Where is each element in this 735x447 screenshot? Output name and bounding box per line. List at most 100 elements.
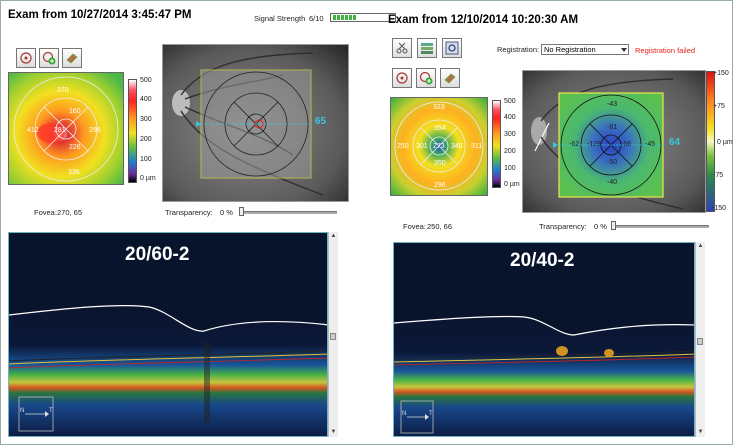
right-diff-value-1: -43: [607, 101, 618, 108]
left-sector-value-3: 412: [27, 127, 39, 134]
left-transparency-slider-handle[interactable]: [239, 207, 244, 216]
left-colorbar-label-200: 200: [140, 136, 152, 143]
right-orientation-nasal: N: [402, 411, 407, 417]
eraser-icon: [66, 53, 78, 64]
signal-strength-value: 6/10: [309, 14, 324, 23]
left-transparency-label: Transparency:: [165, 208, 213, 217]
target-add-button[interactable]: [39, 48, 59, 68]
left-fovea-label: Fovea:: [34, 208, 57, 217]
diff-colorbar-label-p75: +75: [713, 103, 725, 110]
signal-segment: [345, 15, 348, 20]
right-colorbar-label-500: 500: [504, 98, 516, 105]
right-eraser-button[interactable]: [440, 68, 460, 88]
right-sector-value-1: 323: [433, 104, 445, 111]
registration-dropdown-value: No Registration: [544, 45, 596, 54]
right-transparency-slider[interactable]: [611, 225, 709, 228]
signal-segment: [353, 15, 356, 20]
left-scroll-down-arrow[interactable]: ▼: [329, 428, 338, 436]
signal-segment: [333, 15, 336, 20]
right-scroll-thumb[interactable]: [697, 338, 703, 345]
right-target-map-button[interactable]: [392, 68, 412, 88]
right-sector-value-7: 311: [471, 143, 483, 150]
target-icon: [396, 72, 408, 84]
left-scroll-up-arrow[interactable]: ▲: [329, 232, 338, 240]
right-diff-value-2: -81: [607, 124, 618, 131]
left-colorbar-label-0: 0 µm: [140, 175, 156, 182]
left-scan-number: 65: [315, 116, 327, 127]
layers-button[interactable]: [417, 38, 437, 58]
left-oct-scrollbar[interactable]: ▲ ▼: [328, 232, 338, 437]
target-icon: [20, 52, 32, 64]
right-visual-acuity: 20/40-2: [510, 250, 575, 271]
settings-icon: [445, 41, 459, 55]
left-sector-value-6: 226: [69, 144, 81, 151]
right-sector-value-2: 354: [434, 125, 446, 132]
scissors-icon: [396, 42, 408, 54]
target-map-button[interactable]: [16, 48, 36, 68]
left-thickness-colorbar: [128, 79, 137, 183]
right-diff-value-6: -45: [645, 141, 656, 148]
left-transparency-value: 0 %: [220, 208, 233, 217]
left-colorbar-label-400: 400: [140, 96, 152, 103]
right-sector-value-4: 301: [416, 143, 428, 150]
right-scroll-up-arrow[interactable]: ▲: [696, 242, 705, 250]
settings-button[interactable]: [442, 38, 462, 58]
right-diff-value-4: -129: [587, 141, 602, 148]
right-colorbar-label-100: 100: [504, 165, 516, 172]
signal-segment: [341, 15, 344, 20]
left-oct-bscan[interactable]: 20/60-2 N T: [8, 232, 328, 437]
diff-colorbar-label-m150: -150: [712, 205, 727, 212]
left-sector-value-5: 296: [89, 127, 101, 134]
diff-colorbar-label-p150: +150: [713, 70, 729, 77]
right-orientation-temporal: T: [429, 411, 433, 417]
right-diff-value-5: -56: [621, 141, 632, 148]
signal-segment: [349, 15, 352, 20]
right-scroll-down-arrow[interactable]: ▼: [696, 428, 705, 436]
right-thickness-map: 323 354 250 301 273 348 311 350 296: [390, 97, 488, 196]
left-thickness-map: 370 160 412 281 296 226 336: [8, 72, 124, 185]
right-oct-bscan[interactable]: 20/40-2 N T: [393, 242, 695, 437]
right-thickness-colorbar: [492, 100, 501, 188]
right-colorbar-label-300: 300: [504, 131, 516, 138]
right-transparency-slider-handle[interactable]: [611, 221, 616, 230]
left-transparency-slider[interactable]: [239, 211, 337, 214]
left-colorbar-label-300: 300: [140, 116, 152, 123]
right-colorbar-label-200: 200: [504, 148, 516, 155]
right-sector-value-3: 250: [397, 143, 409, 150]
left-orientation-temporal: T: [49, 408, 53, 414]
right-colorbar-label-400: 400: [504, 114, 516, 121]
eraser-icon: [444, 73, 456, 84]
signal-segment: [337, 15, 340, 20]
right-transparency-value: 0 %: [594, 222, 607, 231]
registration-dropdown[interactable]: No Registration: [541, 44, 629, 55]
right-transparency-label: Transparency:: [539, 222, 587, 231]
diff-colorbar-label-0: 0 µm: [717, 139, 733, 146]
left-scroll-thumb[interactable]: [330, 333, 336, 340]
right-scan-number: 64: [669, 137, 681, 148]
left-colorbar-label-100: 100: [140, 156, 152, 163]
signal-strength-label: Signal Strength: [254, 14, 306, 23]
registration-label: Registration:: [497, 45, 540, 54]
right-target-add-button[interactable]: [416, 68, 436, 88]
left-sector-value-1: 370: [57, 87, 69, 94]
scissors-button[interactable]: [392, 38, 412, 58]
left-fundus-image[interactable]: 65: [162, 44, 349, 202]
target-add-icon: [42, 51, 56, 65]
diff-colorbar-label-m75: -75: [713, 172, 724, 179]
right-fovea-value: 250, 66: [427, 222, 453, 231]
right-oct-scrollbar[interactable]: ▲ ▼: [695, 242, 705, 437]
left-visual-acuity: 20/60-2: [125, 244, 190, 265]
left-colorbar-label-500: 500: [140, 77, 152, 84]
right-sector-value-8: 350: [434, 160, 446, 167]
right-sector-value-5: 273: [433, 143, 445, 150]
signal-strength-bar: [330, 13, 396, 22]
right-sector-value-6: 348: [451, 143, 463, 150]
layers-icon: [421, 43, 433, 54]
right-diff-value-8: -40: [607, 179, 618, 186]
eraser-button[interactable]: [62, 48, 82, 68]
left-fovea-value: 270, 65: [57, 208, 83, 217]
right-exam-title: Exam from 12/10/2014 10:20:30 AM: [388, 14, 579, 26]
right-fundus-image[interactable]: -43 -81 -62 -129 -56 -45 -50 -40 64: [522, 70, 706, 213]
left-sector-value-7: 336: [68, 169, 80, 176]
right-diff-value-7: -50: [607, 159, 618, 166]
